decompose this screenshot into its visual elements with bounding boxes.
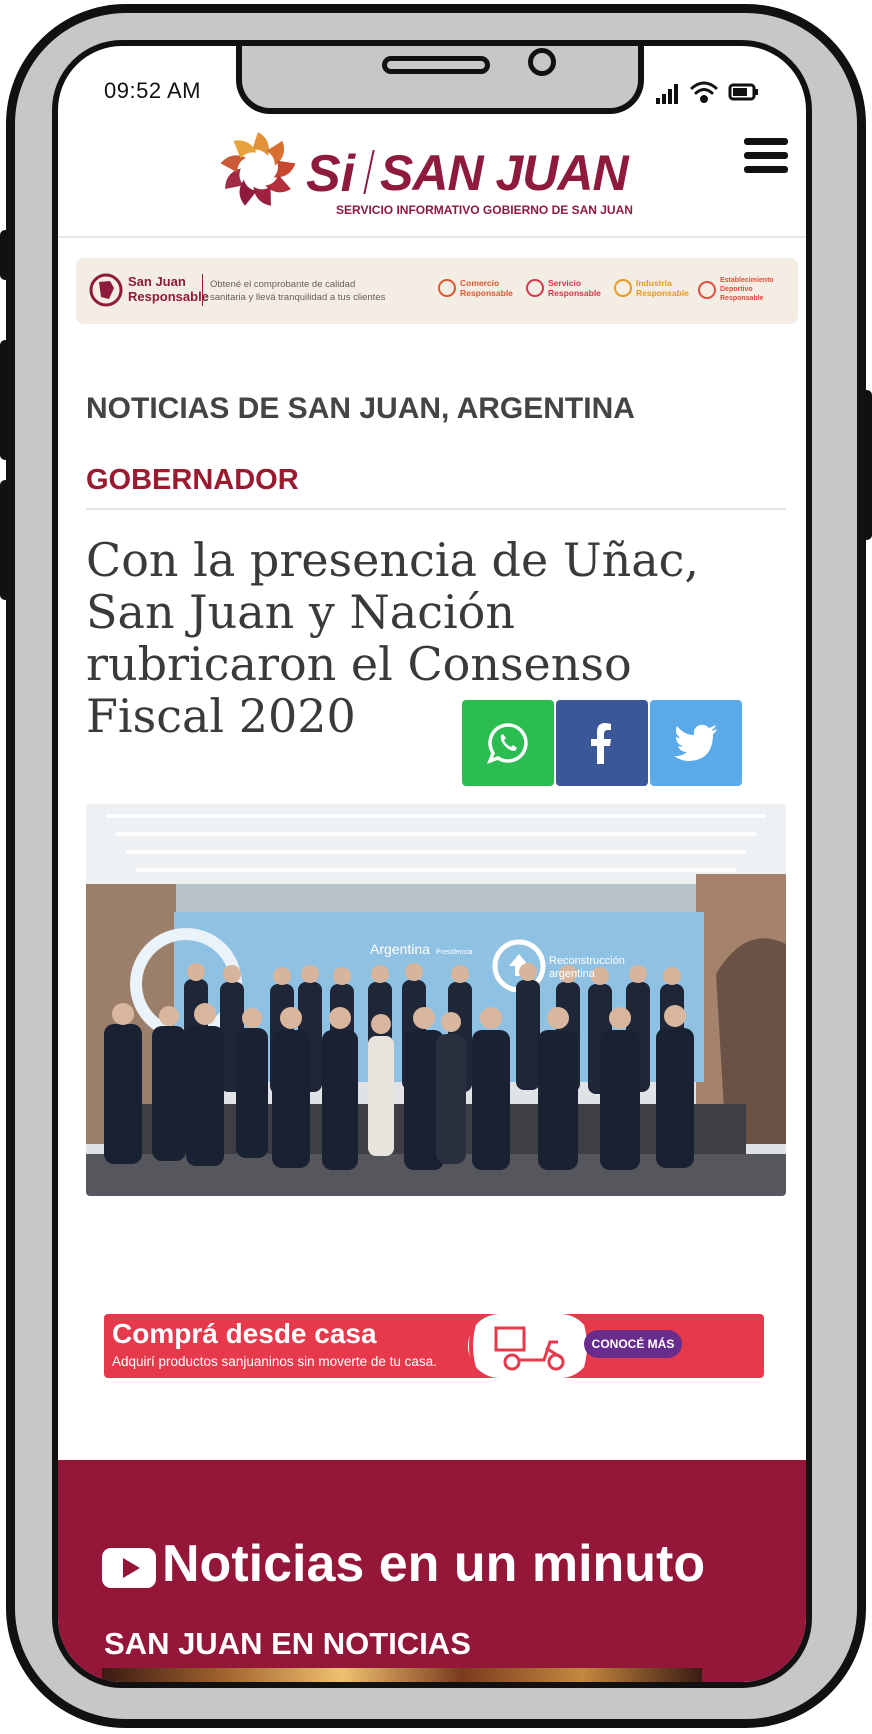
san-juan-map-icon [89, 273, 123, 307]
wifi-icon [690, 81, 718, 103]
person-icon [526, 279, 544, 297]
promo-banner[interactable]: Comprá desde casa Adquirí productos sanj… [104, 1314, 764, 1378]
backdrop-text-right-2: argentina [549, 968, 596, 980]
factory-icon [614, 279, 632, 297]
badge-industria[interactable]: Industria Responsable [614, 278, 689, 298]
video-section-title[interactable]: Noticias en un minuto [162, 1534, 705, 1594]
phone-side-button [0, 230, 10, 280]
promo-subtitle: Adquirí productos sanjuaninos sin movert… [112, 1354, 437, 1369]
front-camera [528, 48, 556, 76]
delivery-icon-bg [468, 1314, 592, 1378]
logo-subtitle: SERVICIO INFORMATIVO GOBIERNO DE SAN JUA… [336, 203, 633, 217]
delivery-scooter-icon [469, 1317, 591, 1375]
badge-line1: Industria [636, 278, 672, 288]
status-icons [656, 81, 758, 104]
backdrop-text-left-small: Presidencia [436, 949, 473, 956]
category-divider [86, 508, 786, 510]
badge-servicio[interactable]: Servicio Responsable [526, 278, 601, 298]
backdrop-text-right-1: Reconstrucción [549, 955, 625, 967]
share-whatsapp-button[interactable] [462, 700, 554, 786]
article-category[interactable]: GOBERNADOR [86, 464, 299, 497]
badge-comercio[interactable]: Comercio Responsable [438, 278, 513, 298]
badge-line2: Responsable [636, 288, 689, 298]
logo-sun-icon[interactable] [216, 128, 300, 212]
banner-brand-line1: San Juan [128, 274, 186, 289]
logo-main-text[interactable]: SAN JUAN [380, 144, 629, 202]
badge-line1: Servicio [548, 278, 582, 288]
badge-establecimiento[interactable]: Establecimiento Deportivo Responsable [698, 276, 776, 303]
status-time: 09:52 AM [104, 78, 201, 103]
backdrop-text-left: Argentina [370, 941, 430, 957]
promo-cta-button[interactable]: CONOCÉ MÁS [584, 1330, 682, 1358]
whatsapp-icon [487, 723, 528, 764]
badge-line1: Comercio [460, 278, 500, 288]
banner-brand-line2: Responsable [128, 289, 209, 304]
banner-message-line1: Obtené el comprobante de calidad [210, 279, 356, 290]
trophy-icon [698, 280, 716, 299]
phone-volume-up [0, 340, 10, 460]
badge-line2: Responsable [548, 288, 601, 298]
article-photo[interactable]: Argentina Presidencia Reconstrucción arg… [86, 804, 786, 1196]
logo-separator [363, 150, 375, 194]
share-facebook-button[interactable] [556, 700, 648, 786]
twitter-icon [674, 724, 717, 761]
video-section-subtitle: SAN JUAN EN NOTICIAS [104, 1626, 471, 1661]
signal-icon [656, 84, 678, 104]
speaker-grille [382, 56, 490, 74]
promo-title: Comprá desde casa [112, 1318, 377, 1349]
youtube-play-icon[interactable] [102, 1548, 156, 1588]
facebook-icon [591, 723, 611, 764]
badge-line1: Establecimiento [720, 277, 774, 284]
badge-line2: Deportivo Responsable [720, 286, 764, 302]
share-twitter-button[interactable] [650, 700, 742, 786]
hamburger-menu-icon[interactable] [744, 138, 788, 176]
video-thumbnail[interactable] [102, 1668, 702, 1682]
shop-icon [438, 279, 456, 297]
phone-screen: 09:52 AM Si SAN JUAN SERVICIO INFORMATIV… [52, 40, 812, 1688]
header-divider [58, 236, 806, 238]
logo-si-text[interactable]: Si [306, 144, 355, 204]
battery-icon [728, 83, 758, 101]
badge-line2: Responsable [460, 288, 513, 298]
section-title: NOTICIAS DE SAN JUAN, ARGENTINA [86, 392, 635, 425]
article-photo-image: Argentina Presidencia Reconstrucción arg… [86, 804, 786, 1196]
san-juan-responsable-banner[interactable]: San Juan Responsable Obtené el comproban… [76, 258, 798, 324]
banner-message-line2: sanitaria y llevá tranquilidad a tus cli… [210, 292, 386, 303]
phone-volume-down [0, 480, 10, 600]
phone-notch [236, 46, 644, 114]
phone-power-button [862, 390, 872, 540]
